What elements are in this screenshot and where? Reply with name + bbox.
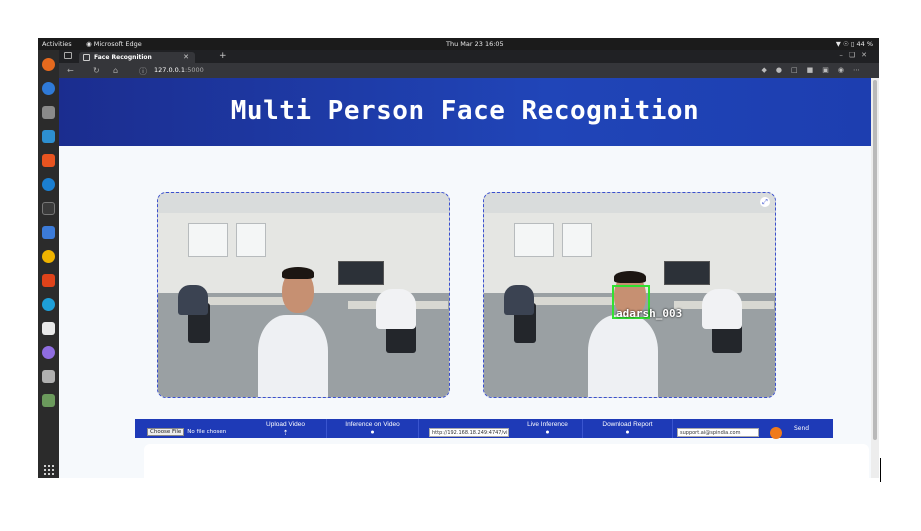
page-title: Multi Person Face Recognition: [230, 96, 700, 126]
activities-button[interactable]: Activities: [42, 40, 72, 48]
scene-window: [514, 223, 554, 257]
home-icon[interactable]: ⌂: [113, 66, 118, 75]
face-identity-label: adarsh_003: [616, 307, 683, 320]
firefox-icon[interactable]: [42, 58, 55, 71]
download-report-button[interactable]: Download Report ●: [583, 419, 673, 438]
settings-app-icon[interactable]: [42, 346, 55, 359]
email-input[interactable]: support.ai@spindia.com: [677, 428, 759, 437]
scene-hair: [614, 271, 646, 283]
text-editor-icon[interactable]: [42, 226, 55, 239]
no-file-label: No file chosen: [187, 429, 227, 435]
scene-person: [504, 285, 534, 315]
inference-video-label: Inference on Video: [345, 421, 400, 428]
controls-card: [144, 444, 869, 478]
page-header: Multi Person Face Recognition: [59, 78, 871, 146]
tab-close-icon[interactable]: ✕: [183, 53, 189, 61]
writer-icon[interactable]: [42, 130, 55, 143]
upload-video-button[interactable]: Upload Video ⇡: [245, 419, 327, 438]
window-controls[interactable]: –❏✕: [839, 51, 873, 59]
scene-tv: [664, 261, 710, 285]
refresh-icon[interactable]: ↻: [93, 66, 100, 75]
scene-window: [188, 223, 228, 257]
live-inference-label: Live Inference: [527, 421, 568, 428]
tab-actions-icon[interactable]: [64, 52, 72, 59]
scene-tv: [338, 261, 384, 285]
page-favicon-icon: [83, 54, 90, 61]
battery-percent: 44 %: [856, 40, 873, 48]
active-app-name: Microsoft Edge: [93, 40, 142, 48]
files-icon[interactable]: [42, 106, 55, 119]
new-tab-icon[interactable]: +: [219, 51, 227, 61]
media-player-icon[interactable]: [42, 250, 55, 263]
live-icon: ●: [545, 429, 550, 436]
scene-person: [178, 285, 208, 315]
scene-hair: [282, 267, 314, 279]
drive-icon[interactable]: [42, 370, 55, 383]
scene-window: [562, 223, 592, 257]
toolbar-icons[interactable]: ◆●□■▣◉⋯: [762, 66, 869, 74]
scene-person: [702, 289, 742, 329]
upload-icon: ⇡: [282, 430, 289, 437]
presentation-icon[interactable]: [42, 322, 55, 335]
send-status-icon: [770, 427, 782, 439]
desktop-screen: Activities ◉ Microsoft Edge Thu Mar 23 1…: [38, 38, 879, 478]
back-icon[interactable]: ←: [67, 66, 74, 75]
scene-ceiling: [484, 193, 775, 213]
scene-main-person: [588, 315, 658, 397]
send-button[interactable]: Send: [794, 425, 809, 432]
url-port: :5000: [185, 66, 204, 74]
play-icon: ●: [370, 429, 375, 436]
show-apps-icon[interactable]: [43, 464, 54, 475]
scene-main-person: [258, 315, 328, 397]
choose-file-button[interactable]: Choose File: [147, 428, 185, 436]
inference-video-button[interactable]: Inference on Video ●: [327, 419, 419, 438]
status-area[interactable]: ▼ ☉ ▯ 44 %: [836, 40, 873, 48]
download-icon: ●: [625, 429, 630, 436]
tab-face-recognition[interactable]: Face Recognition ✕: [79, 52, 195, 63]
system-top-bar: Activities ◉ Microsoft Edge Thu Mar 23 1…: [38, 38, 879, 50]
browser-tab-bar: Face Recognition ✕ + –❏✕: [59, 50, 879, 63]
tab-title: Face Recognition: [94, 54, 152, 61]
scene-window: [236, 223, 266, 257]
output-image-panel: adarsh_003 ⤢: [483, 192, 776, 398]
help-icon[interactable]: [42, 178, 55, 191]
trash-icon[interactable]: [42, 394, 55, 407]
url-field[interactable]: 127.0.0.1:5000: [154, 66, 204, 74]
scene-ceiling: [158, 193, 449, 213]
clock[interactable]: Thu Mar 23 16:05: [446, 40, 504, 48]
download-report-label: Download Report: [602, 421, 653, 428]
file-input[interactable]: Choose File No file chosen: [147, 428, 227, 437]
address-bar: ← ↻ ⌂ ⓘ 127.0.0.1:5000 ◆●□■▣◉⋯: [59, 63, 879, 78]
edge-icon[interactable]: [42, 298, 55, 311]
stream-url-input[interactable]: http://192.168.18.249:4747/vi: [429, 428, 509, 437]
page-scrollbar[interactable]: [871, 78, 879, 478]
dock: [38, 50, 59, 478]
upload-video-label: Upload Video: [266, 421, 305, 428]
live-inference-button[interactable]: Live Inference ●: [513, 419, 583, 438]
controls-bar: Choose File No file chosen Upload Video ⇡…: [135, 419, 833, 439]
web-page: Multi Person Face Recognition adarsh_003…: [59, 78, 871, 478]
expand-icon[interactable]: ⤢: [760, 197, 770, 207]
software-center-icon[interactable]: [42, 154, 55, 167]
site-info-icon[interactable]: ⓘ: [139, 66, 147, 77]
thunderbird-icon[interactable]: [42, 82, 55, 95]
text-cursor: [880, 458, 881, 482]
input-image-panel: [157, 192, 450, 398]
url-host: 127.0.0.1: [154, 66, 186, 74]
active-app-label[interactable]: ◉ Microsoft Edge: [86, 40, 142, 48]
brave-icon[interactable]: [42, 274, 55, 287]
scrollbar-thumb[interactable]: [873, 80, 877, 440]
terminal-icon[interactable]: [42, 202, 55, 215]
scene-person: [376, 289, 416, 329]
